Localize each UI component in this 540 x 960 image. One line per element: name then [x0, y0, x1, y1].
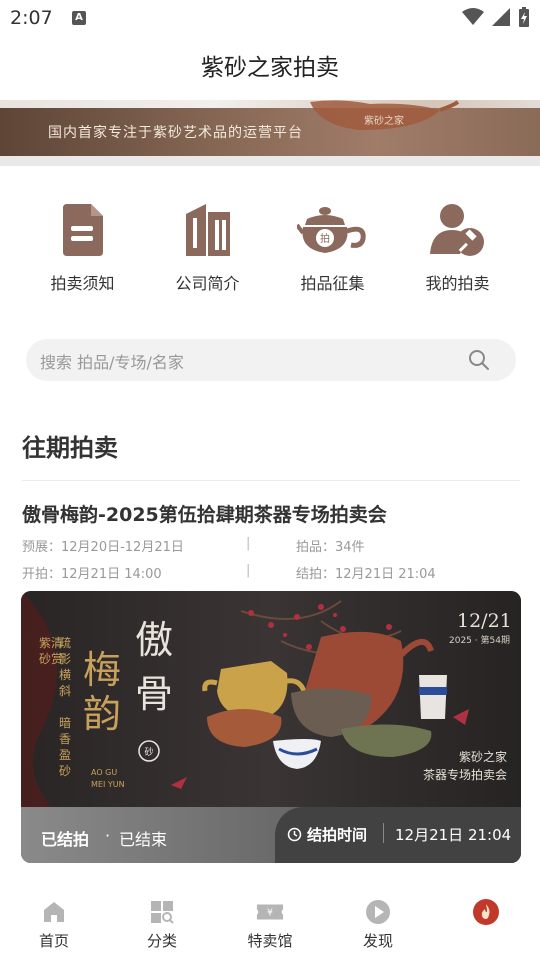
search-placeholder: 搜索 拍品/专场/名家	[40, 353, 184, 372]
status-dot: ·	[105, 826, 111, 845]
end-time-panel: 结拍时间 12月21日 21:04	[275, 807, 521, 863]
quick-item-label: 我的拍卖	[425, 274, 490, 293]
banner-slogan: 国内首家专注于紫砂艺术品的运营平台	[48, 125, 303, 141]
wifi-icon	[462, 8, 484, 25]
start-time: 开拍：12月21日 14:00	[22, 567, 162, 582]
app-header: 紫砂之家拍卖	[0, 36, 540, 100]
nav-label: 发现	[362, 932, 393, 950]
nav-label: 首页	[38, 932, 69, 950]
banner-bottom-strip	[0, 156, 540, 166]
poster-date: 12/21	[457, 610, 512, 632]
fire-icon	[472, 898, 500, 926]
status-icons	[462, 7, 530, 27]
quick-item-auction-notice[interactable]: 拍卖须知	[28, 196, 138, 306]
banner-watermark: 紫砂之家	[364, 116, 404, 127]
nav-item-special-sale[interactable]: ¥ 特卖馆	[216, 884, 324, 960]
svg-text:盈: 盈	[59, 748, 71, 762]
auction-poster[interactable]: 12/21 2025 · 第54期 梅 韵 傲 骨 紫砂清赏 疏影横斜 暗香盈砂…	[21, 591, 521, 863]
quick-item-lot-collection[interactable]: 拍 拍品征集	[278, 196, 388, 306]
clock-icon	[287, 827, 302, 842]
end-time-value: 12月21日 21:04	[395, 826, 512, 844]
quick-item-company-intro[interactable]: 公司简介	[153, 196, 263, 306]
svg-text:疏: 疏	[59, 635, 71, 650]
section-title: 往期拍卖	[22, 434, 118, 462]
nav-item-home[interactable]: 首页	[0, 884, 108, 960]
poster-pinyin-1: AO GU	[91, 768, 117, 777]
svg-text:影: 影	[59, 652, 71, 666]
quick-item-label: 拍卖须知	[50, 274, 115, 293]
category-icon	[148, 898, 176, 926]
svg-text:砂: 砂	[59, 764, 71, 778]
quick-item-my-auction[interactable]: 我的拍卖	[403, 196, 513, 306]
svg-text:¥: ¥	[267, 908, 273, 919]
user-gavel-icon	[422, 196, 494, 264]
poster-calligraphy-char: 韵	[83, 692, 121, 736]
status-time: 2:07	[10, 7, 53, 29]
nav-item-category[interactable]: 分类	[108, 884, 216, 960]
svg-text:斜: 斜	[59, 684, 71, 698]
auction-status-bar: 已结拍 · 已结束 结拍时间 12月21日 21:04	[21, 807, 521, 863]
svg-text:横: 横	[59, 668, 71, 682]
meta-separator: |	[246, 536, 251, 551]
poster-org-2: 茶器专场拍卖会	[423, 767, 507, 782]
poster-calligraphy-char: 骨	[135, 672, 173, 716]
nav-item-discover[interactable]: 发现	[324, 884, 432, 960]
lot-count: 拍品：34件	[296, 540, 365, 555]
auction-status: 已结拍	[41, 830, 90, 849]
status-bar: 2:07 A	[0, 0, 540, 36]
section-divider	[22, 480, 520, 481]
building-icon	[172, 196, 244, 264]
quick-menu: 拍卖须知 公司简介 拍 拍品征集 我的拍卖	[0, 196, 540, 306]
svg-text:砂: 砂	[39, 652, 51, 666]
search-icon[interactable]	[468, 349, 490, 371]
battery-icon	[519, 7, 529, 27]
poster-calligraphy-char: 傲	[135, 618, 173, 662]
end-time-label: 结拍时间	[307, 826, 368, 844]
home-icon	[40, 898, 68, 926]
bottom-nav: 首页 分类 ¥ 特卖馆 发现	[0, 884, 540, 960]
svg-text:香: 香	[59, 732, 71, 746]
auction-title[interactable]: 傲骨梅韵-2025第伍拾肆期茶器专场拍卖会	[22, 500, 387, 527]
svg-text:拍: 拍	[320, 232, 330, 245]
svg-text:暗: 暗	[59, 715, 71, 730]
poster-pinyin-2: MEI YUN	[91, 780, 125, 789]
signal-icon	[492, 8, 510, 26]
auction-state: 已结束	[119, 830, 168, 849]
nav-label: 分类	[146, 932, 177, 950]
end-time: 结拍：12月21日 21:04	[296, 567, 436, 582]
notice-doc-icon	[47, 196, 119, 264]
play-icon	[364, 898, 392, 926]
page-title: 紫砂之家拍卖	[201, 55, 339, 81]
end-time-separator	[383, 823, 384, 843]
poster-calligraphy-char: 梅	[83, 648, 121, 692]
poster-org-1: 紫砂之家	[459, 749, 507, 764]
quick-item-label: 拍品征集	[300, 274, 365, 293]
svg-text:紫: 紫	[39, 636, 51, 650]
poster-seal-text: 砂	[144, 746, 153, 758]
quick-item-label: 公司简介	[175, 274, 240, 293]
teapot-icon: 拍	[296, 196, 369, 264]
nav-item-fire[interactable]	[432, 884, 540, 960]
poster-issue: 2025 · 第54期	[449, 634, 510, 646]
notification-icon: A	[72, 11, 86, 25]
preview-date: 预展：12月20日-12月21日	[22, 540, 184, 555]
ticket-icon: ¥	[256, 898, 284, 926]
search-input[interactable]: 搜索 拍品/专场/名家	[26, 339, 516, 381]
nav-label: 特卖馆	[247, 932, 293, 950]
poster-artwork: 12/21 2025 · 第54期 梅 韵 傲 骨 紫砂清赏 疏影横斜 暗香盈砂…	[21, 591, 521, 807]
promo-banner[interactable]: 紫砂之家 国内首家专注于紫砂艺术品的运营平台	[0, 100, 540, 166]
meta-separator: |	[246, 563, 251, 578]
